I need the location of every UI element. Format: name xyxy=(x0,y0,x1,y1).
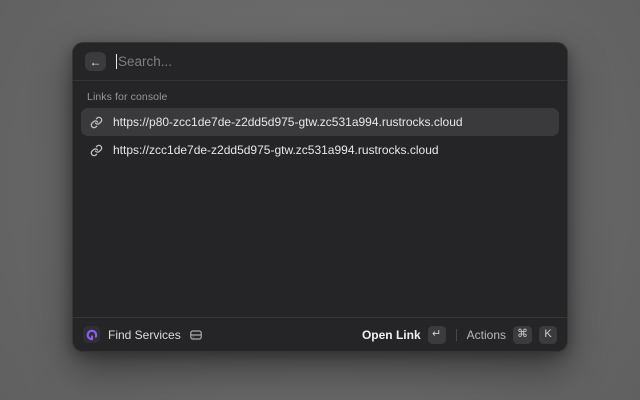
link-icon xyxy=(90,116,103,129)
text-caret xyxy=(116,54,117,69)
command-key-icon: ⌘ xyxy=(513,326,532,344)
command-name-label: Find Services xyxy=(108,328,181,342)
results-list: Links for console https://p80-zcc1de7de-… xyxy=(73,81,567,317)
link-url-text: https://p80-zcc1de7de-z2dd5d975-gtw.zc53… xyxy=(113,115,463,129)
link-url-text: https://zcc1de7de-z2dd5d975-gtw.zc531a99… xyxy=(113,143,439,157)
k-key-icon: K xyxy=(539,326,557,344)
back-arrow-icon: ← xyxy=(90,56,102,68)
search-input[interactable]: Search... xyxy=(116,54,555,69)
command-palette-window: ← Search... Links for console https://p8… xyxy=(72,42,568,352)
footer-bar: Find Services Open Link ↵ Actions ⌘ K xyxy=(73,317,567,351)
link-result-row[interactable]: https://zcc1de7de-z2dd5d975-gtw.zc531a99… xyxy=(81,136,559,164)
return-key-icon: ↵ xyxy=(428,326,446,344)
back-button[interactable]: ← xyxy=(85,52,106,71)
actions-button[interactable]: Actions xyxy=(467,328,506,342)
footer-actions: Open Link ↵ Actions ⌘ K xyxy=(362,326,557,344)
section-header: Links for console xyxy=(81,85,559,108)
link-rows: https://p80-zcc1de7de-z2dd5d975-gtw.zc53… xyxy=(81,108,559,164)
hard-drive-icon xyxy=(189,328,203,342)
link-icon xyxy=(90,144,103,157)
link-result-row[interactable]: https://p80-zcc1de7de-z2dd5d975-gtw.zc53… xyxy=(81,108,559,136)
search-placeholder: Search... xyxy=(118,54,172,69)
search-bar: ← Search... xyxy=(73,43,567,81)
app-logo-icon xyxy=(83,326,100,343)
open-link-button[interactable]: Open Link xyxy=(362,328,421,342)
footer-divider xyxy=(456,329,457,341)
